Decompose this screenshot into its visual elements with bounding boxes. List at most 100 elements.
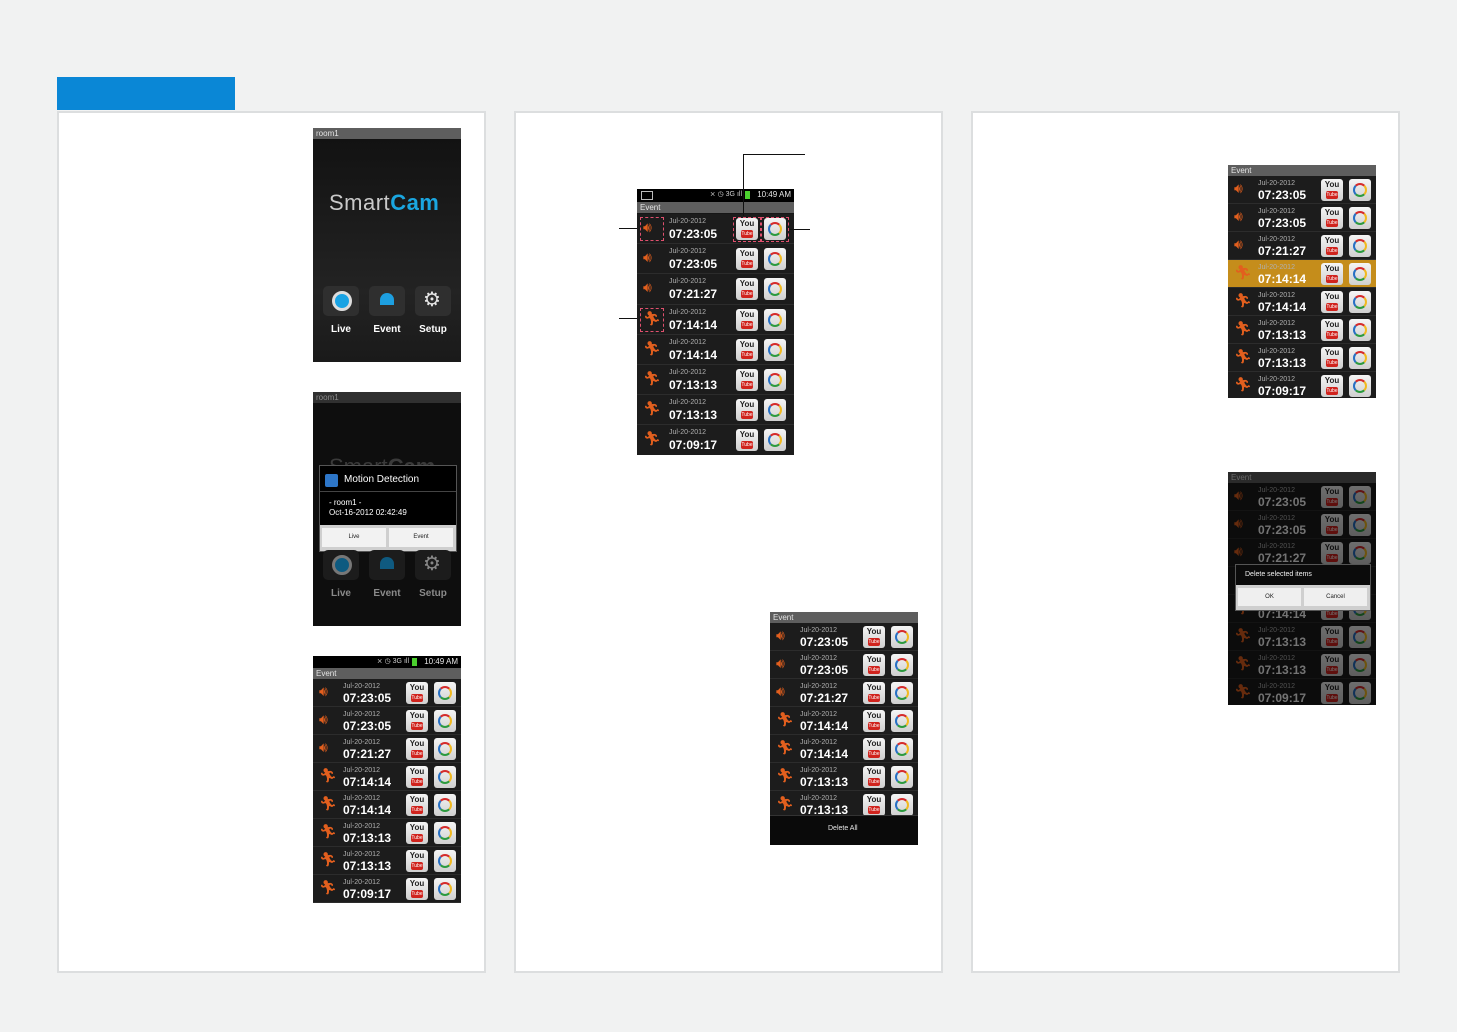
event-button[interactable] xyxy=(369,286,405,316)
picasa-upload-button[interactable] xyxy=(764,369,786,391)
youtube-upload-button[interactable]: YouTube xyxy=(863,766,885,788)
picasa-upload-button[interactable] xyxy=(434,738,456,760)
youtube-upload-button[interactable]: YouTube xyxy=(863,626,885,648)
youtube-upload-button[interactable]: YouTube xyxy=(863,738,885,760)
event-row[interactable]: 🏃︎Jul-20-201207:14:14YouTube xyxy=(770,735,918,763)
event-row[interactable]: 🔊︎Jul-20-201207:23:05YouTube xyxy=(770,623,918,651)
event-row[interactable]: 🏃︎Jul-20-201207:14:14YouTube xyxy=(1228,260,1376,288)
picasa-upload-button[interactable] xyxy=(891,738,913,760)
youtube-upload-button[interactable]: YouTube xyxy=(1321,179,1343,201)
youtube-upload-button[interactable]: YouTube xyxy=(406,682,428,704)
event-row[interactable]: 🔊︎Jul-20-201207:21:27YouTube xyxy=(1228,232,1376,260)
youtube-upload-button[interactable]: YouTube xyxy=(406,710,428,732)
youtube-upload-button[interactable]: YouTube xyxy=(1321,291,1343,313)
youtube-upload-button[interactable]: YouTube xyxy=(1321,263,1343,285)
event-row[interactable]: 🏃︎Jul-20-201207:13:13YouTube xyxy=(637,395,794,426)
event-row[interactable]: 🏃︎Jul-20-201207:09:17YouTube xyxy=(313,875,461,903)
youtube-upload-button[interactable]: YouTube xyxy=(1321,375,1343,397)
event-row[interactable]: 🏃︎Jul-20-201207:09:17YouTube xyxy=(1228,372,1376,398)
event-row[interactable]: 🔊︎Jul-20-201207:23:05YouTube xyxy=(1228,204,1376,232)
picasa-upload-button[interactable] xyxy=(891,766,913,788)
youtube-upload-button[interactable]: YouTube xyxy=(406,822,428,844)
picasa-upload-button[interactable] xyxy=(891,682,913,704)
event-row[interactable]: 🏃︎Jul-20-201207:13:13YouTube xyxy=(313,847,461,875)
picasa-upload-button[interactable] xyxy=(1349,291,1371,313)
picasa-upload-button[interactable] xyxy=(1349,179,1371,201)
event-date: Jul-20-2012 xyxy=(1258,320,1295,327)
event-time: 07:13:13 xyxy=(1258,328,1307,342)
cancel-button[interactable]: Cancel xyxy=(1304,588,1367,606)
picasa-upload-button[interactable] xyxy=(764,399,786,422)
setup-button[interactable]: ⚙ xyxy=(415,286,451,316)
youtube-upload-button[interactable]: YouTube xyxy=(1321,207,1343,229)
youtube-upload-button[interactable]: YouTube xyxy=(406,794,428,816)
youtube-upload-button[interactable]: YouTube xyxy=(736,338,758,361)
event-row[interactable]: 🔊︎Jul-20-201207:21:27YouTube xyxy=(313,735,461,763)
event-row[interactable]: 🏃︎Jul-20-201207:14:14YouTube xyxy=(770,707,918,735)
picasa-upload-button[interactable] xyxy=(1349,347,1371,369)
event-row[interactable]: 🔊︎Jul-20-201207:23:05YouTube xyxy=(313,707,461,735)
picasa-upload-button[interactable] xyxy=(1349,207,1371,229)
youtube-upload-button[interactable]: YouTube xyxy=(863,794,885,816)
youtube-upload-button[interactable]: YouTube xyxy=(736,308,758,331)
event-row[interactable]: 🔊︎Jul-20-201207:21:27YouTube xyxy=(637,274,794,305)
picasa-upload-button[interactable] xyxy=(434,794,456,816)
event-row[interactable]: 🏃︎Jul-20-201207:13:13YouTube xyxy=(1228,316,1376,344)
event-row[interactable]: 🔊︎Jul-20-201207:23:05YouTube xyxy=(1228,176,1376,204)
ok-button[interactable]: OK xyxy=(1238,588,1301,606)
youtube-upload-button[interactable]: YouTube xyxy=(736,429,758,452)
youtube-upload-button[interactable]: YouTube xyxy=(406,850,428,872)
live-dialog-button[interactable]: Live xyxy=(322,528,386,547)
youtube-upload-button[interactable]: YouTube xyxy=(736,278,758,301)
event-row[interactable]: 🏃︎Jul-20-201207:09:17YouTube xyxy=(637,425,794,455)
event-row[interactable]: 🏃︎Jul-20-201207:13:13YouTube xyxy=(313,819,461,847)
event-row[interactable]: 🏃︎Jul-20-201207:14:14YouTube xyxy=(637,334,794,365)
event-row[interactable]: 🏃︎Jul-20-201207:14:14YouTube xyxy=(1228,288,1376,316)
event-dialog-button[interactable]: Event xyxy=(389,528,453,547)
youtube-you-text: You xyxy=(409,739,425,748)
picasa-upload-button[interactable] xyxy=(764,278,786,301)
picasa-upload-button[interactable] xyxy=(1349,235,1371,257)
youtube-upload-button[interactable]: YouTube xyxy=(406,878,428,900)
picasa-upload-button[interactable] xyxy=(891,710,913,732)
picasa-upload-button[interactable] xyxy=(434,878,456,900)
picasa-upload-button[interactable] xyxy=(434,822,456,844)
event-row[interactable]: 🔊︎Jul-20-201207:23:05YouTube xyxy=(770,651,918,679)
youtube-upload-button[interactable]: YouTube xyxy=(863,682,885,704)
event-row[interactable]: 🏃︎Jul-20-201207:13:13YouTube xyxy=(1228,344,1376,372)
youtube-upload-button[interactable]: YouTube xyxy=(736,369,758,391)
live-button[interactable] xyxy=(323,286,359,316)
youtube-upload-button[interactable]: YouTube xyxy=(406,738,428,760)
event-row[interactable]: 🏃︎Jul-20-201207:14:14YouTube xyxy=(313,763,461,791)
picasa-upload-button[interactable] xyxy=(764,429,786,452)
picasa-upload-button[interactable] xyxy=(891,794,913,816)
event-row[interactable]: 🏃︎Jul-20-201207:13:13YouTube xyxy=(770,763,918,791)
youtube-you-text: You xyxy=(1324,180,1340,189)
picasa-upload-button[interactable] xyxy=(764,248,786,271)
youtube-upload-button[interactable]: YouTube xyxy=(1321,319,1343,341)
picasa-upload-button[interactable] xyxy=(1349,319,1371,341)
youtube-upload-button[interactable]: YouTube xyxy=(736,399,758,422)
youtube-upload-button[interactable]: YouTube xyxy=(406,766,428,788)
picasa-upload-button[interactable] xyxy=(434,766,456,788)
picasa-upload-button[interactable] xyxy=(434,710,456,732)
picasa-upload-button[interactable] xyxy=(764,308,786,331)
picasa-upload-button[interactable] xyxy=(434,682,456,704)
youtube-upload-button[interactable]: YouTube xyxy=(863,654,885,676)
event-row[interactable]: 🏃︎Jul-20-201207:14:14YouTube xyxy=(313,791,461,819)
picasa-upload-button[interactable] xyxy=(434,850,456,872)
picasa-upload-button[interactable] xyxy=(891,654,913,676)
youtube-upload-button[interactable]: YouTube xyxy=(1321,235,1343,257)
youtube-upload-button[interactable]: YouTube xyxy=(863,710,885,732)
event-row[interactable]: 🔊︎Jul-20-201207:21:27YouTube xyxy=(770,679,918,707)
picasa-upload-button[interactable] xyxy=(1349,263,1371,285)
picasa-upload-button[interactable] xyxy=(891,626,913,648)
event-row[interactable]: 🏃︎Jul-20-201207:13:13YouTube xyxy=(637,365,794,396)
picasa-upload-button[interactable] xyxy=(764,338,786,361)
youtube-upload-button[interactable]: YouTube xyxy=(736,248,758,271)
picasa-upload-button[interactable] xyxy=(1349,375,1371,397)
delete-all-button[interactable]: Delete All xyxy=(828,825,858,832)
youtube-upload-button[interactable]: YouTube xyxy=(1321,347,1343,369)
event-row[interactable]: 🔊︎Jul-20-201207:23:05YouTube xyxy=(637,244,794,275)
event-row[interactable]: 🔊︎Jul-20-201207:23:05YouTube xyxy=(313,679,461,707)
